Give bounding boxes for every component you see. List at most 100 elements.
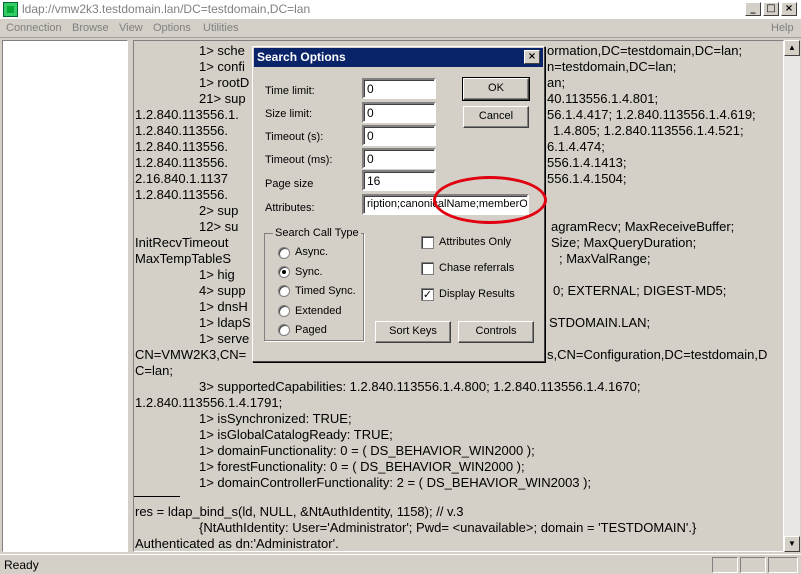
display-results-checkbox[interactable]: ✓ [421, 288, 434, 301]
output-line: CN=VMW2K3,CN= [135, 347, 247, 362]
radio-timed-sync-label: Timed Sync. [295, 285, 356, 297]
title-bar: ldap://vmw2k3.testdomain.lan/DC=testdoma… [0, 0, 801, 19]
page-size-label: Page size [265, 178, 314, 190]
dialog-title-bar: Search Options × [254, 48, 543, 67]
output-line: 1> hig [199, 267, 235, 282]
output-line-tail: 556.1.4.1504; [547, 171, 627, 186]
vertical-scrollbar[interactable]: ▲ ▼ [784, 40, 800, 552]
output-line: 1> isSynchronized: TRUE; [199, 411, 352, 426]
radio-extended[interactable] [278, 305, 290, 317]
output-separator [134, 496, 180, 497]
dialog-title: Search Options [257, 50, 346, 64]
output-line: 1> forestFunctionality: 0 = ( DS_BEHAVIO… [199, 459, 525, 474]
output-line: 1.2.840.113556. [135, 139, 229, 154]
ldp-app-icon [3, 2, 18, 17]
attributes-label: Attributes: [265, 202, 315, 214]
output-line-tail: 1.4.805; 1.2.840.113556.1.4.521; [553, 123, 744, 138]
output-line: 1.2.840.113556. [135, 123, 229, 138]
controls-button[interactable]: Controls [458, 321, 534, 343]
attributes-only-label: Attributes Only [439, 236, 512, 248]
cancel-button[interactable]: Cancel [463, 106, 529, 128]
menu-options[interactable]: Options [153, 22, 191, 34]
status-bar: Ready [0, 554, 801, 574]
output-line: 1> domainControllerFunctionality: 2 = ( … [199, 475, 592, 490]
output-line: 3> supportedCapabilities: 1.2.840.113556… [199, 379, 641, 394]
close-button[interactable]: × [781, 2, 797, 16]
radio-extended-label: Extended [295, 305, 342, 317]
output-line: 1> rootD [199, 75, 250, 90]
time-limit-label: Time limit: [265, 85, 315, 97]
tree-pane[interactable] [2, 40, 128, 552]
display-results-label: Display Results [439, 288, 515, 300]
output-line: 1> serve [199, 331, 250, 346]
radio-async[interactable] [278, 247, 290, 259]
maximize-button[interactable]: □ [763, 2, 779, 16]
sort-keys-button[interactable]: Sort Keys [375, 321, 451, 343]
search-call-type-group: Search Call Type Async. Sync. Timed Sync… [264, 227, 364, 341]
output-line: 1> ldapS [199, 315, 251, 330]
menu-help[interactable]: Help [771, 22, 794, 34]
time-limit-input[interactable]: 0 [362, 78, 436, 99]
timeout-s-label: Timeout (s): [265, 131, 324, 143]
menu-browse[interactable]: Browse [72, 22, 109, 34]
output-line: 1> domainFunctionality: 0 = ( DS_BEHAVIO… [199, 443, 535, 458]
status-cell [712, 557, 738, 573]
output-line: MaxTempTableS [135, 251, 232, 266]
output-line: C=lan; [135, 363, 173, 378]
output-line: InitRecvTimeout [135, 235, 229, 250]
attributes-only-checkbox[interactable] [421, 236, 434, 249]
output-line: 1.2.840.113556.1.4.1791; [135, 395, 283, 410]
scroll-down-button[interactable]: ▼ [784, 536, 800, 552]
output-line-tail: ; MaxValRange; [559, 251, 651, 266]
radio-async-label: Async. [295, 246, 329, 258]
radio-sync[interactable] [278, 266, 290, 278]
timeout-ms-label: Timeout (ms): [265, 154, 333, 166]
page-size-input[interactable]: 16 [362, 170, 436, 191]
output-line-tail: 6.1.4.474; [547, 139, 605, 154]
menu-bar: Connection Browse View Options Utilities… [0, 19, 801, 38]
output-line: 1.2.840.113556. [135, 155, 229, 170]
output-line: {NtAuthIdentity: User='Administrator'; P… [199, 520, 697, 535]
output-line: 1> isGlobalCatalogReady: TRUE; [199, 427, 393, 442]
status-cell [768, 557, 798, 573]
ok-button[interactable]: OK [462, 77, 530, 101]
output-line-tail: 40.113556.1.4.801; [547, 91, 659, 106]
output-line: 21> sup [199, 91, 246, 106]
output-line: 1.2.840.113556.1. [135, 107, 239, 122]
search-call-type-title: Search Call Type [273, 227, 361, 239]
output-line: 2.16.840.1.1137 [135, 171, 229, 186]
scroll-up-button[interactable]: ▲ [784, 40, 800, 56]
red-highlight-ellipse [433, 176, 547, 224]
size-limit-label: Size limit: [265, 108, 313, 120]
dialog-close-button[interactable]: × [524, 50, 540, 64]
status-text: Ready [4, 558, 39, 572]
output-line-tail: an; [547, 75, 566, 90]
menu-connection[interactable]: Connection [6, 22, 62, 34]
chase-referrals-label: Chase referrals [439, 262, 515, 274]
timeout-s-input[interactable]: 0 [362, 125, 436, 146]
radio-timed-sync[interactable] [278, 285, 290, 297]
size-limit-input[interactable]: 0 [362, 102, 436, 123]
output-line: 1.2.840.113556. [135, 187, 229, 202]
output-line: 1> dnsH [199, 299, 248, 314]
menu-view[interactable]: View [119, 22, 143, 34]
output-line: 1> confi [199, 59, 245, 74]
chase-referrals-checkbox[interactable] [421, 262, 434, 275]
output-line: 4> supp [199, 283, 246, 298]
radio-paged[interactable] [278, 324, 290, 336]
output-line-tail: 556.1.4.1413; [547, 155, 627, 170]
output-line: 12> su [199, 219, 239, 234]
radio-sync-label: Sync. [295, 266, 323, 278]
timeout-ms-input[interactable]: 0 [362, 148, 436, 169]
output-line: Authenticated as dn:'Administrator'. [135, 536, 339, 551]
output-line-tail: 0; EXTERNAL; DIGEST-MD5; [553, 283, 727, 298]
menu-utilities[interactable]: Utilities [203, 22, 238, 34]
status-cell [740, 557, 766, 573]
output-line-tail: Size; MaxQueryDuration; [551, 235, 697, 250]
output-line: res = ldap_bind_s(ld, NULL, &NtAuthIdent… [135, 504, 464, 519]
output-line-tail: 56.1.4.417; 1.2.840.113556.1.4.619; [547, 107, 756, 122]
window-title: ldap://vmw2k3.testdomain.lan/DC=testdoma… [22, 2, 311, 16]
minimize-button[interactable]: _ [745, 2, 761, 16]
output-line-tail: n=testdomain,DC=lan; [547, 59, 677, 74]
output-line: 2> sup [199, 203, 239, 218]
